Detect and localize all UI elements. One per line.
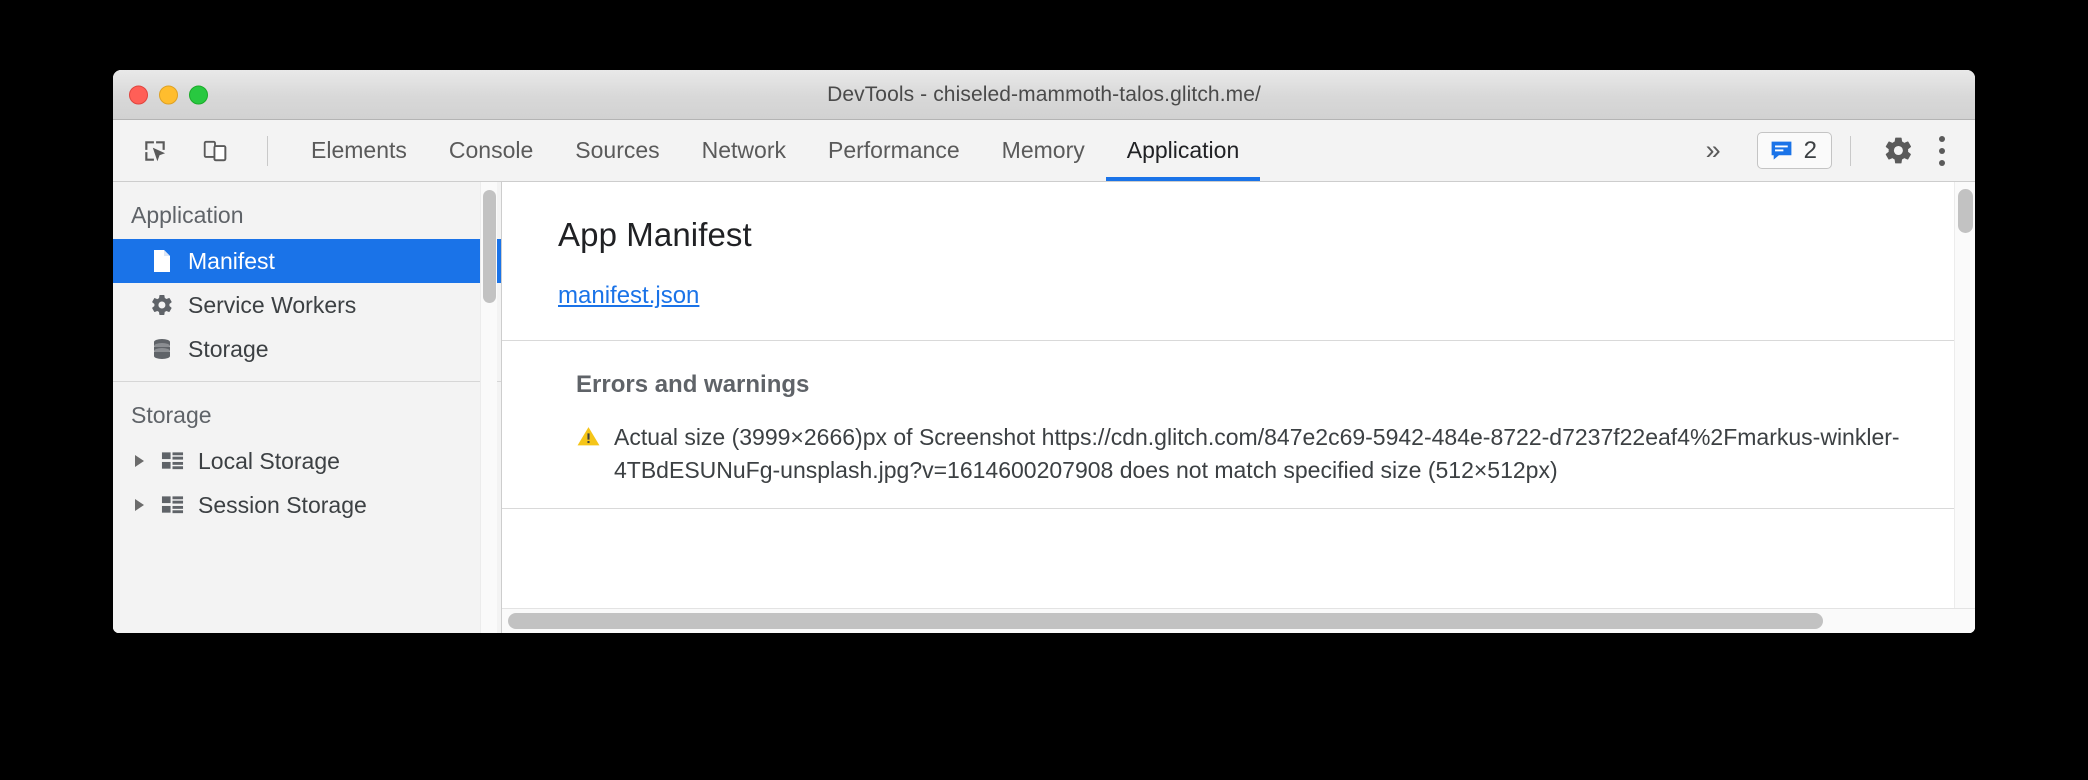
traffic-lights [129, 85, 208, 104]
more-options-button[interactable] [1925, 128, 1959, 174]
window-titlebar: DevTools - chiseled-mammoth-talos.glitch… [113, 70, 1975, 120]
table-icon [159, 495, 185, 515]
more-tabs-button[interactable]: » [1684, 137, 1743, 164]
sidebar-item-session-storage[interactable]: Session Storage [113, 483, 501, 527]
database-icon [149, 337, 175, 361]
inspect-element-icon [145, 140, 166, 161]
warning-triangle-icon [577, 427, 600, 446]
manifest-panel: App Manifest manifest.json Errors and wa… [502, 182, 1975, 633]
sidebar-item-storage[interactable]: Storage [113, 327, 501, 371]
kebab-dot [1939, 147, 1945, 154]
tab-label: Application [1126, 137, 1240, 163]
horizontal-scrollbar-thumb[interactable] [508, 613, 1823, 629]
content-scrollbar-thumb[interactable] [1958, 189, 1973, 233]
tab-network[interactable]: Network [681, 120, 807, 181]
settings-button[interactable] [1875, 128, 1921, 174]
device-toolbar-button[interactable] [193, 129, 237, 173]
sidebar-scrollbar-thumb[interactable] [483, 190, 496, 303]
tab-label: Console [448, 137, 534, 163]
content-vertical-scrollbar[interactable] [1954, 182, 1975, 608]
messages-badge[interactable]: 2 [1756, 132, 1832, 169]
messages-count: 2 [1803, 136, 1817, 164]
document-icon [149, 249, 175, 273]
panel-tabs: Elements Console Sources Network Perform… [290, 120, 1260, 181]
tab-sources[interactable]: Sources [554, 120, 680, 181]
gear-icon [1885, 137, 1911, 164]
window-title: DevTools - chiseled-mammoth-talos.glitch… [827, 82, 1261, 106]
sidebar-section-application: Application Manifest Service Workers Sto… [113, 182, 501, 371]
tabbar-right-controls: » 2 [1684, 120, 1975, 181]
errors-section-title: Errors and warnings [576, 371, 810, 398]
tab-memory[interactable]: Memory [981, 120, 1106, 181]
sidebar-item-service-workers[interactable]: Service Workers [113, 283, 501, 327]
device-toolbar-icon [203, 140, 227, 161]
sidebar-item-label: Local Storage [198, 447, 340, 474]
devtools-window: DevTools - chiseled-mammoth-talos.glitch… [113, 70, 1975, 633]
message-bubble-icon [1771, 141, 1792, 160]
sidebar-scrollbar[interactable] [480, 182, 497, 633]
errors-and-warnings-section: Errors and warnings Actual size (3999×26… [502, 341, 1975, 510]
manifest-content: App Manifest manifest.json Errors and wa… [502, 182, 1975, 608]
right-controls-divider [1850, 135, 1851, 166]
close-window-button[interactable] [129, 85, 148, 104]
table-icon [159, 451, 185, 471]
sidebar-item-label: Storage [188, 335, 269, 362]
sidebar-item-label: Manifest [188, 247, 275, 274]
warning-message: Actual size (3999×2666)px of Screenshot … [614, 424, 1900, 483]
tab-label: Elements [311, 137, 407, 163]
tab-label: Memory [1001, 137, 1085, 163]
tab-console[interactable]: Console [428, 120, 554, 181]
chevron-right-icon[interactable] [135, 499, 144, 511]
sidebar-section-storage: Storage Local Storage Session Storage [113, 382, 501, 527]
warning-row: Actual size (3999×2666)px of Screenshot … [576, 421, 1975, 486]
page-title: App Manifest [558, 216, 752, 253]
application-sidebar: Application Manifest Service Workers Sto… [113, 182, 502, 633]
tab-label: Performance [828, 137, 960, 163]
inspect-element-button[interactable] [133, 129, 177, 173]
sidebar-header-storage: Storage [131, 402, 212, 428]
kebab-menu-icon [1939, 135, 1945, 166]
sidebar-item-manifest[interactable]: Manifest [113, 239, 501, 283]
content-horizontal-scrollbar[interactable] [502, 608, 1975, 633]
devtools-tabbar: Elements Console Sources Network Perform… [113, 120, 1975, 182]
screenshot-root: DevTools - chiseled-mammoth-talos.glitch… [0, 0, 2088, 780]
kebab-dot [1939, 135, 1945, 142]
tab-label: Network [701, 137, 786, 163]
manifest-json-link[interactable]: manifest.json [558, 282, 699, 309]
devtools-body: Application Manifest Service Workers Sto… [113, 182, 1975, 633]
maximize-window-button[interactable] [189, 85, 208, 104]
tab-label: Sources [575, 137, 660, 163]
tab-application[interactable]: Application [1105, 120, 1261, 181]
tab-elements[interactable]: Elements [290, 120, 428, 181]
sidebar-item-label: Service Workers [188, 291, 357, 318]
toolbar-icons [113, 120, 282, 181]
sidebar-item-label: Session Storage [198, 491, 367, 518]
empty-section [502, 509, 1975, 551]
sidebar-header-application: Application [131, 202, 244, 228]
kebab-dot [1939, 159, 1945, 166]
tab-performance[interactable]: Performance [807, 120, 981, 181]
manifest-header-section: App Manifest manifest.json [502, 182, 1975, 341]
sidebar-item-local-storage[interactable]: Local Storage [113, 439, 501, 483]
minimize-window-button[interactable] [159, 85, 178, 104]
gear-icon [149, 293, 175, 317]
chevron-right-icon[interactable] [135, 455, 144, 467]
toolbar-divider [267, 135, 268, 166]
